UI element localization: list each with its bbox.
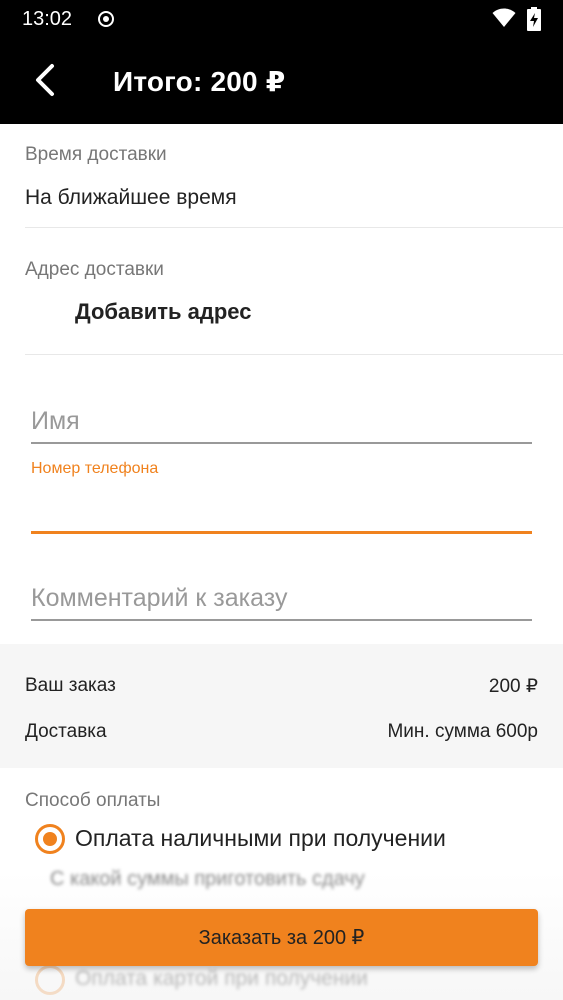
comment-field[interactable]: Комментарий к заказу [31,576,532,621]
notification-dot-icon [98,11,114,27]
divider [25,354,563,355]
order-button[interactable]: Заказать за 200 ₽ [25,909,538,966]
wifi-icon [492,8,516,27]
delivery-time-label: Время доставки [25,144,167,165]
status-bar: 13:02 [0,0,563,38]
change-amount-hint[interactable]: С какой суммы приготовить сдачу [50,868,365,891]
name-field[interactable]: Имя [31,399,532,444]
delivery-address-label: Адрес доставки [25,259,164,280]
delivery-label: Доставка [25,721,107,742]
back-arrow-icon [36,64,54,96]
divider [25,227,563,228]
phone-label: Номер телефона [31,460,159,477]
back-button[interactable] [22,58,70,106]
payment-card-label[interactable]: Оплата картой при получении [75,967,368,991]
delivery-card: Время доставки На ближайшее время Адрес … [0,124,563,644]
payment-card-radio[interactable] [35,965,65,995]
payment-cash-label[interactable]: Оплата наличными при получении [75,825,446,852]
phone-field[interactable]: Номер телефона [31,458,532,538]
battery-charging-icon [527,7,541,31]
comment-placeholder: Комментарий к заказу [31,584,288,612]
summary-row-order: Ваш заказ 200 ₽ [25,675,538,698]
summary-row-delivery: Доставка Мин. сумма 600р [25,721,538,743]
order-value: 200 ₽ [488,676,538,697]
order-summary: Ваш заказ 200 ₽ Доставка Мин. сумма 600р [0,644,563,768]
checkout-content: Время доставки На ближайшее время Адрес … [0,124,563,1000]
payment-label: Способ оплаты [25,790,161,811]
delivery-value: Мин. сумма 600р [387,721,538,742]
add-address-button[interactable]: Добавить адрес [75,299,251,325]
page-title: Итого: 200 ₽ [113,66,286,97]
payment-cash-radio[interactable] [35,824,65,854]
status-time: 13:02 [22,8,73,30]
order-label: Ваш заказ [25,675,116,696]
app-bar: Итого: 200 ₽ [0,38,563,124]
order-button-label: Заказать за 200 ₽ [198,927,365,949]
delivery-time-value[interactable]: На ближайшее время [25,186,237,210]
name-placeholder: Имя [31,407,80,435]
